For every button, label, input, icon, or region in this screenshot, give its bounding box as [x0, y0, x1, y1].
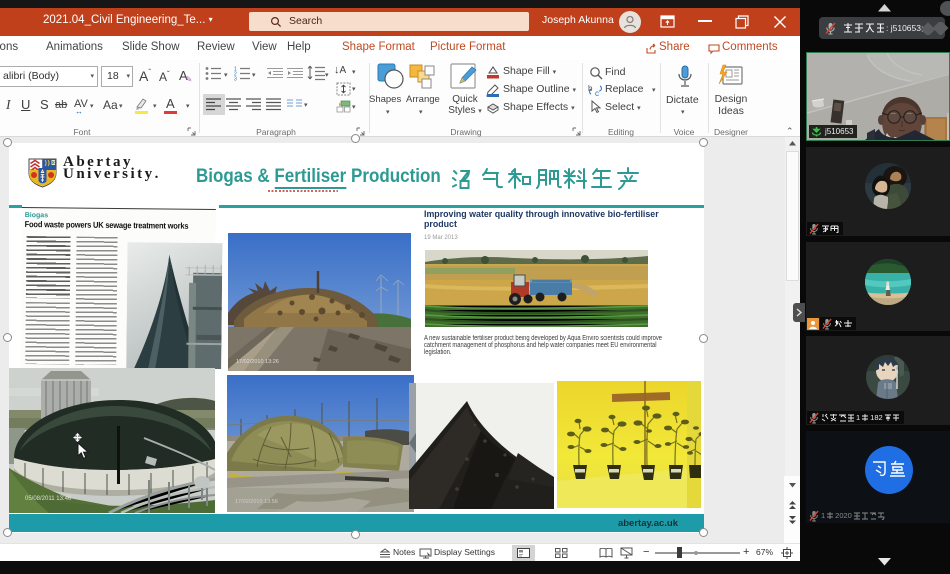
svg-text:05/08/2011 13:46: 05/08/2011 13:46: [25, 496, 72, 502]
svg-text:3: 3: [234, 77, 237, 82]
svg-text:17/02/2010 13:56: 17/02/2010 13:56: [235, 499, 278, 505]
svg-text:17/02/2010 13:26: 17/02/2010 13:26: [236, 359, 279, 365]
svg-text:b: b: [588, 84, 593, 93]
svg-text:c: c: [595, 89, 599, 97]
